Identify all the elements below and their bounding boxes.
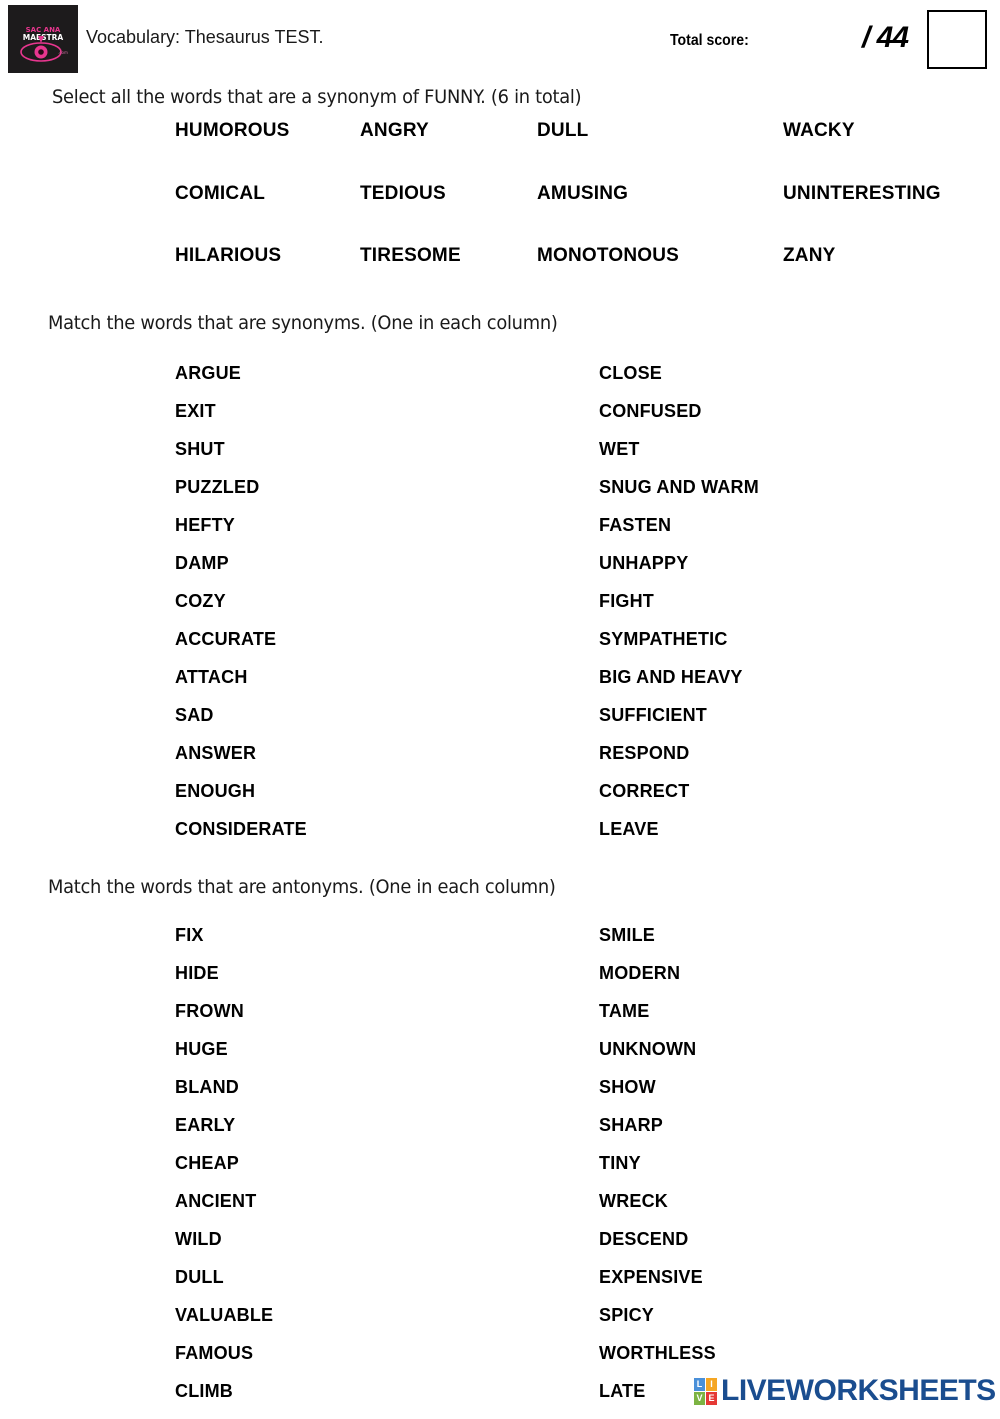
match-word-right[interactable]: UNHAPPY	[599, 553, 759, 591]
match-word-left[interactable]: SHUT	[175, 439, 307, 477]
synonyms-right-column: CLOSE CONFUSED WET SNUG AND WARM FASTEN …	[599, 363, 759, 857]
match-word-right[interactable]: MODERN	[599, 963, 716, 1001]
match-word-right[interactable]: SHARP	[599, 1115, 716, 1153]
page-title: Vocabulary: Thesaurus TEST.	[86, 27, 324, 47]
match-word-right[interactable]: FIGHT	[599, 591, 759, 629]
match-word-left[interactable]: COZY	[175, 591, 307, 629]
match-word-left[interactable]: SAD	[175, 705, 307, 743]
match-word-left[interactable]: ENOUGH	[175, 781, 307, 819]
match-word-left[interactable]: FAMOUS	[175, 1343, 273, 1381]
match-word-left[interactable]: DULL	[175, 1267, 273, 1305]
match-word-left[interactable]: BLAND	[175, 1077, 273, 1115]
word-option[interactable]: HILARIOUS	[175, 245, 281, 267]
match-word-right[interactable]: SYMPATHETIC	[599, 629, 759, 667]
match-antonyms-block: FIX HIDE FROWN HUGE BLAND EARLY CHEAP AN…	[0, 925, 1000, 1415]
match-word-right[interactable]: EXPENSIVE	[599, 1267, 716, 1305]
match-word-left[interactable]: ANCIENT	[175, 1191, 273, 1229]
match-word-left[interactable]: WILD	[175, 1229, 273, 1267]
match-word-left[interactable]: FIX	[175, 925, 273, 963]
match-word-right[interactable]: WRECK	[599, 1191, 716, 1229]
word-option[interactable]: DULL	[537, 120, 588, 142]
match-word-right[interactable]: TINY	[599, 1153, 716, 1191]
match-word-left[interactable]: HEFTY	[175, 515, 307, 553]
match-word-right[interactable]: FASTEN	[599, 515, 759, 553]
match-word-right[interactable]: CONFUSED	[599, 401, 759, 439]
instruction-match-synonyms: Match the words that are synonyms. (One …	[48, 312, 558, 334]
instruction-select-synonyms: Select all the words that are a synonym …	[52, 86, 582, 108]
match-word-right[interactable]: TAME	[599, 1001, 716, 1039]
match-word-left[interactable]: CHEAP	[175, 1153, 273, 1191]
funny-synonyms-word-grid: HUMOROUS ANGRY DULL WACKY COMICAL TEDIOU…	[0, 120, 1000, 290]
total-score-label: Total score:	[670, 32, 749, 49]
match-word-right[interactable]: SUFFICIENT	[599, 705, 759, 743]
match-word-right[interactable]: SPICY	[599, 1305, 716, 1343]
match-word-left[interactable]: HIDE	[175, 963, 273, 1001]
match-word-right[interactable]: SHOW	[599, 1077, 716, 1115]
match-word-left[interactable]: ANSWER	[175, 743, 307, 781]
match-word-left[interactable]: ACCURATE	[175, 629, 307, 667]
antonyms-right-column: SMILE MODERN TAME UNKNOWN SHOW SHARP TIN…	[599, 925, 716, 1419]
match-word-right[interactable]: CORRECT	[599, 781, 759, 819]
tile-letter-l: L	[694, 1377, 705, 1391]
liveworksheets-wordmark: LIVEWORKSHEETS	[721, 1374, 996, 1407]
worksheet-header: SAC ANA MAESTRA .com Vocabulary: Thesaur…	[0, 0, 1000, 78]
liveworksheets-tiles-icon: L I V E	[694, 1377, 717, 1405]
match-word-right[interactable]: WET	[599, 439, 759, 477]
word-option[interactable]: ZANY	[783, 245, 836, 267]
tile-letter-i: I	[706, 1377, 717, 1391]
word-option[interactable]: UNINTERESTING	[783, 183, 941, 205]
word-option[interactable]: WACKY	[783, 120, 855, 142]
match-word-right[interactable]: RESPOND	[599, 743, 759, 781]
match-word-right[interactable]: SNUG AND WARM	[599, 477, 759, 515]
school-logo: SAC ANA MAESTRA .com	[8, 5, 78, 73]
match-word-right[interactable]: DESCEND	[599, 1229, 716, 1267]
liveworksheets-watermark: L I V E LIVEWORKSHEETS	[694, 1372, 996, 1410]
match-word-left[interactable]: CLIMB	[175, 1381, 273, 1419]
match-word-left[interactable]: ARGUE	[175, 363, 307, 401]
word-option[interactable]: TEDIOUS	[360, 183, 446, 205]
word-option[interactable]: TIRESOME	[360, 245, 461, 267]
instruction-match-antonyms: Match the words that are antonyms. (One …	[48, 876, 556, 898]
match-word-left[interactable]: ATTACH	[175, 667, 307, 705]
match-word-right[interactable]: SMILE	[599, 925, 716, 963]
logo-eye-icon: SAC ANA MAESTRA .com	[8, 5, 78, 73]
match-word-left[interactable]: VALUABLE	[175, 1305, 273, 1343]
tile-letter-v: V	[694, 1391, 705, 1405]
word-option[interactable]: ANGRY	[360, 120, 429, 142]
match-word-left[interactable]: CONSIDERATE	[175, 819, 307, 857]
synonyms-left-column: ARGUE EXIT SHUT PUZZLED HEFTY DAMP COZY …	[175, 363, 307, 857]
match-word-right[interactable]: LEAVE	[599, 819, 759, 857]
word-option[interactable]: HUMOROUS	[175, 120, 290, 142]
match-word-right[interactable]: BIG AND HEAVY	[599, 667, 759, 705]
match-word-left[interactable]: DAMP	[175, 553, 307, 591]
match-word-left[interactable]: EXIT	[175, 401, 307, 439]
word-option[interactable]: COMICAL	[175, 183, 265, 205]
antonyms-left-column: FIX HIDE FROWN HUGE BLAND EARLY CHEAP AN…	[175, 925, 273, 1419]
score-max-label: / 44	[862, 21, 909, 54]
score-input-box[interactable]	[927, 10, 987, 69]
word-option[interactable]: MONOTONOUS	[537, 245, 679, 267]
match-word-left[interactable]: PUZZLED	[175, 477, 307, 515]
match-word-left[interactable]: FROWN	[175, 1001, 273, 1039]
word-option[interactable]: AMUSING	[537, 183, 628, 205]
match-word-left[interactable]: HUGE	[175, 1039, 273, 1077]
match-synonyms-block: ARGUE EXIT SHUT PUZZLED HEFTY DAMP COZY …	[0, 363, 1000, 853]
match-word-right[interactable]: UNKNOWN	[599, 1039, 716, 1077]
tile-letter-e: E	[706, 1391, 717, 1405]
match-word-right[interactable]: CLOSE	[599, 363, 759, 401]
svg-text:.com: .com	[58, 50, 68, 55]
match-word-left[interactable]: EARLY	[175, 1115, 273, 1153]
